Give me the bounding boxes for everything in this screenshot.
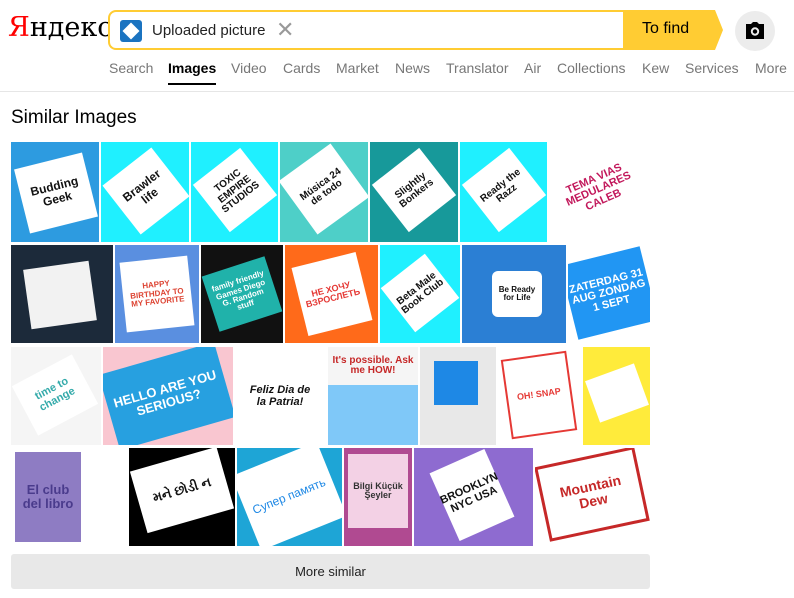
image-result[interactable]: time to change	[11, 347, 101, 445]
image-result[interactable]: Mountain Dew	[535, 448, 650, 546]
image-result[interactable]: Beta Male Book Club	[380, 245, 460, 343]
tab-cards[interactable]: Cards	[283, 60, 320, 76]
camera-icon	[746, 22, 764, 39]
image-result[interactable]: TEMA VIAS MEDULARES CALEB	[549, 142, 650, 242]
image-result[interactable]: Feliz Dia de la Patria!	[235, 347, 326, 445]
image-result[interactable]: Супер память	[237, 448, 342, 546]
image-result[interactable]: BROOKLYN NYC USA	[414, 448, 533, 546]
image-result[interactable]	[11, 245, 113, 343]
section-title: Similar Images	[11, 107, 137, 128]
uploaded-picture-chip[interactable]: Uploaded picture ✕	[114, 16, 299, 44]
more-similar-button[interactable]: More similar	[11, 554, 650, 589]
image-result[interactable]: HELLO ARE YOU SERIOUS?	[103, 347, 233, 445]
image-result[interactable]: Brawler life	[101, 142, 189, 242]
tab-news[interactable]: News	[395, 60, 430, 76]
camera-button[interactable]	[735, 11, 775, 51]
uploaded-picture-thumbnail	[120, 20, 142, 42]
image-result[interactable]: Be Ready for Life	[462, 245, 566, 343]
image-result[interactable]: Ready the Razz	[460, 142, 547, 242]
tab-market[interactable]: Market	[336, 60, 379, 76]
yandex-logo[interactable]: Яндекс	[8, 12, 112, 43]
image-result[interactable]: Slightly Bonkers	[370, 142, 458, 242]
image-result[interactable]: Bilgi Küçük Şeyler	[344, 448, 412, 546]
uploaded-picture-label: Uploaded picture	[152, 22, 266, 39]
image-result[interactable]: It's possible. Ask me HOW!	[328, 347, 418, 445]
tab-translator[interactable]: Translator	[446, 60, 509, 76]
image-result[interactable]: Budding Geek	[11, 142, 99, 242]
image-result[interactable]	[420, 347, 496, 445]
image-result[interactable]: HAPPY BIRTHDAY TO MY FAVORITE	[115, 245, 199, 343]
image-result[interactable]: OH! SNAP	[498, 347, 581, 445]
tab-collections[interactable]: Collections	[557, 60, 625, 76]
tab-services[interactable]: Services	[685, 60, 739, 76]
image-result[interactable]: El club del libro	[11, 448, 127, 546]
find-button[interactable]: To find	[623, 10, 723, 50]
image-result[interactable]: TOXIC EMPIRE STUDIOS	[191, 142, 278, 242]
image-result[interactable]: Música 24 de todo	[280, 142, 368, 242]
tab-video[interactable]: Video	[231, 60, 267, 76]
image-result[interactable]: family friendly Games Diego G. Random st…	[201, 245, 283, 343]
tab-images[interactable]: Images	[168, 60, 217, 85]
image-result[interactable]: મને છોડી ન	[129, 448, 235, 546]
image-result[interactable]: ZATERDAG 31 AUG ZONDAG 1 SEPT	[568, 245, 650, 343]
tab-kew[interactable]: Kew	[642, 60, 669, 76]
search-box[interactable]: Uploaded picture ✕	[108, 10, 623, 50]
image-result[interactable]	[583, 347, 650, 445]
tab-more[interactable]: More	[755, 60, 787, 76]
close-icon[interactable]: ✕	[276, 18, 294, 42]
tab-air[interactable]: Air	[524, 60, 541, 76]
image-result[interactable]: НЕ ХОЧУ ВЗРОСЛЕТЬ	[285, 245, 378, 343]
header: Яндекс Uploaded picture ✕ To find Search…	[0, 0, 794, 92]
tab-search[interactable]: Search	[109, 60, 153, 76]
